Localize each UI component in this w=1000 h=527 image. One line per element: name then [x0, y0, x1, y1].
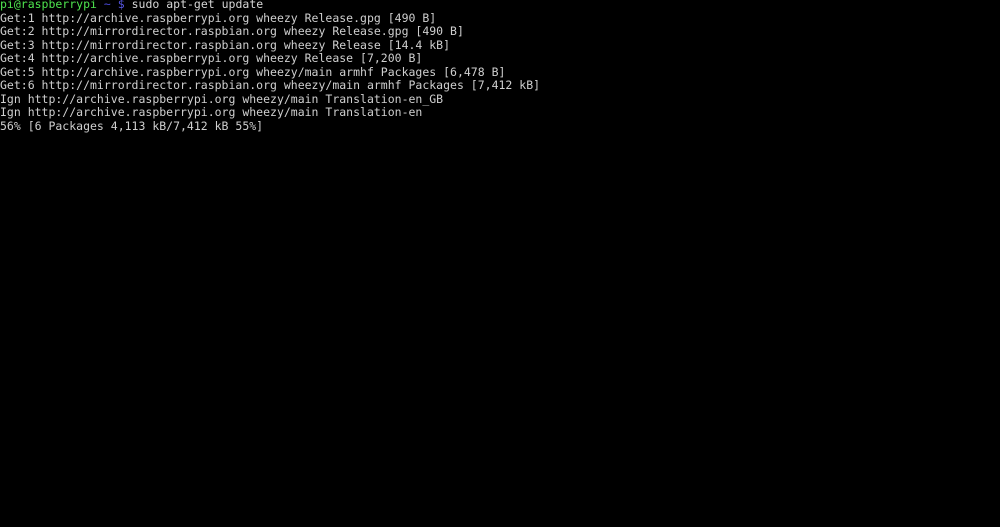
- output-line: Get:2 http://mirrordirector.raspbian.org…: [0, 24, 464, 38]
- output-line: Get:5 http://archive.raspberrypi.org whe…: [0, 64, 506, 79]
- output-line: Get:4 http://archive.raspberrypi.org whe…: [0, 51, 423, 65]
- download-progress-status: 56% [6 Packages 4,113 kB/7,412 kB 55%]: [0, 118, 264, 133]
- output-line: Get:6 http://mirrordirector.raspbian.org…: [0, 78, 541, 92]
- prompt-user-host: pi@raspberrypi: [0, 0, 97, 11]
- prompt-space-1: [97, 0, 104, 11]
- prompt-space-3: [125, 0, 132, 11]
- output-line: Ign http://archive.raspberrypi.org wheez…: [0, 105, 423, 119]
- prompt-sigil: $: [117, 0, 125, 11]
- terminal-window[interactable]: pi@raspberrypi ~ $ sudo apt-get update G…: [0, 0, 1000, 527]
- output-line: Get:3 http://mirrordirector.raspbian.org…: [0, 37, 451, 52]
- output-line: Ign http://archive.raspberrypi.org wheez…: [0, 91, 444, 106]
- prompt-space-2: [111, 0, 118, 11]
- prompt-line: pi@raspberrypi ~ $ sudo apt-get update: [0, 0, 1000, 12]
- terminal-screen[interactable]: pi@raspberrypi ~ $ sudo apt-get update G…: [0, 0, 1000, 133]
- output-line: Get:1 http://archive.raspberrypi.org whe…: [0, 10, 437, 25]
- prompt-command[interactable]: sudo apt-get update: [132, 0, 264, 11]
- prompt-path: ~: [103, 0, 111, 11]
